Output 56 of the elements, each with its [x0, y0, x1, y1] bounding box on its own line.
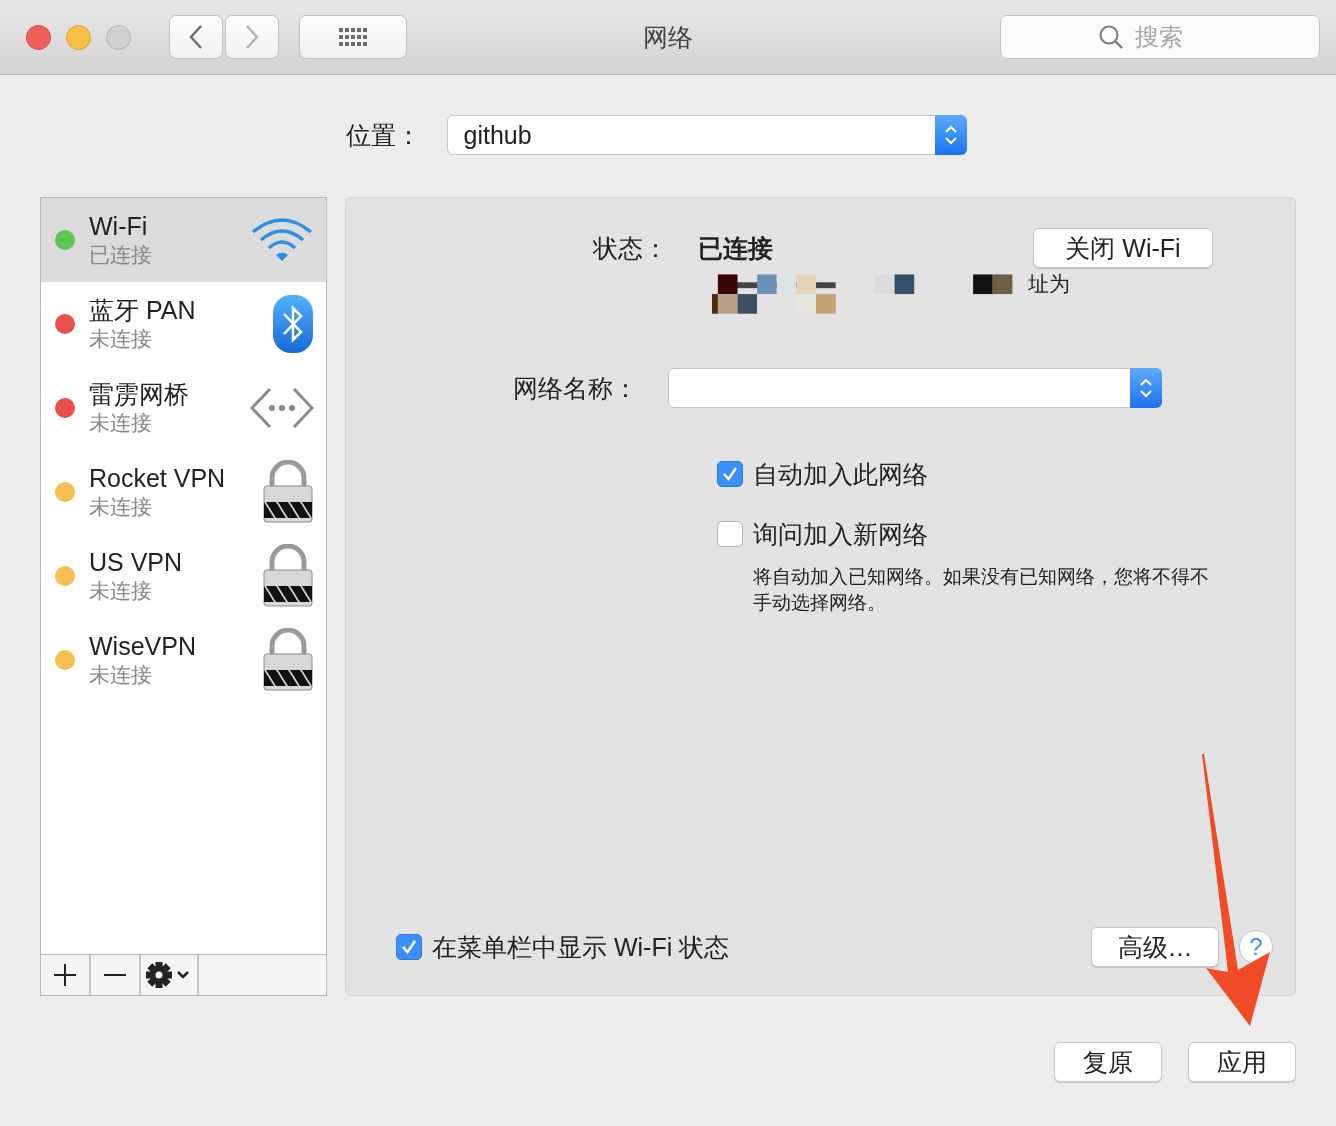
service-status: 未连接 — [89, 326, 153, 352]
checkbox-label: 自动加入此网络 — [753, 458, 928, 490]
back-button[interactable] — [169, 15, 223, 59]
checkmark-icon — [400, 938, 418, 956]
service-item[interactable]: 雷雳网桥 未连接 — [41, 366, 326, 450]
service-name: 蓝牙 PAN — [89, 296, 197, 325]
wifi-icon — [250, 216, 314, 264]
service-name: Wi-Fi — [89, 212, 149, 241]
chevron-right-icon — [244, 24, 260, 50]
service-status: 未连接 — [89, 410, 153, 436]
network-name-label: 网络名称： — [512, 372, 638, 404]
bluetooth-icon — [272, 294, 314, 354]
checkbox[interactable] — [717, 461, 743, 487]
stepper-icon — [1130, 368, 1162, 408]
hint-text: 将自动加入已知网络。如果没有已知网络，您将不得不手动选择网络。 — [753, 565, 1210, 615]
footer-button[interactable]: 应用 — [1188, 1042, 1296, 1082]
turn-off-wifi-button[interactable]: 关闭 Wi-Fi — [1033, 228, 1213, 268]
grid-icon — [337, 26, 369, 48]
service-item[interactable]: Rocket VPN 未连接 — [41, 450, 326, 534]
footer-button[interactable]: 复原 — [1054, 1042, 1162, 1082]
checkmark-icon — [721, 465, 739, 483]
minus-icon — [103, 974, 127, 976]
status-label: 状态： — [591, 232, 668, 264]
service-item[interactable]: 蓝牙 PAN 未连接 — [41, 282, 326, 366]
service-item[interactable]: WiseVPN 未连接 — [41, 618, 326, 702]
padlock-icon — [262, 460, 314, 524]
checkbox[interactable] — [396, 934, 422, 960]
checkbox[interactable] — [717, 521, 743, 547]
checkbox-label: 在菜单栏中显示 Wi-Fi 状态 — [432, 931, 730, 963]
service-name: WiseVPN — [89, 632, 197, 661]
service-status: 未连接 — [89, 494, 153, 520]
service-name: 雷雳网桥 — [89, 380, 190, 409]
service-name: Rocket VPN — [89, 464, 227, 493]
stepper-icon — [934, 115, 967, 155]
padlock-icon — [262, 628, 314, 692]
location-dropdown[interactable]: github — [446, 115, 967, 155]
service-status: 未连接 — [89, 578, 153, 604]
bridge-icon — [250, 386, 314, 430]
padlock-icon — [262, 544, 314, 608]
status-description: 址为 — [1028, 271, 1070, 297]
window-title: 网络 — [643, 21, 693, 53]
service-item[interactable]: US VPN 未连接 — [41, 534, 326, 618]
plus-icon — [53, 963, 77, 987]
service-item[interactable]: Wi-Fi 已连接 — [41, 198, 326, 282]
checkbox-label: 询问加入新网络 — [753, 518, 928, 550]
search-field[interactable]: 搜索 — [1000, 15, 1320, 59]
network-name-dropdown[interactable] — [668, 368, 1162, 408]
location-label: 位置： — [345, 119, 421, 151]
advanced-button[interactable]: 高级… — [1091, 927, 1219, 967]
show-all-button[interactable] — [299, 15, 407, 59]
service-status: 已连接 — [89, 242, 153, 268]
status-value: 已连接 — [698, 232, 774, 264]
close-button[interactable] — [26, 24, 51, 50]
service-name: US VPN — [89, 548, 184, 577]
chevron-left-icon — [188, 24, 204, 50]
service-status: 未连接 — [89, 662, 153, 688]
